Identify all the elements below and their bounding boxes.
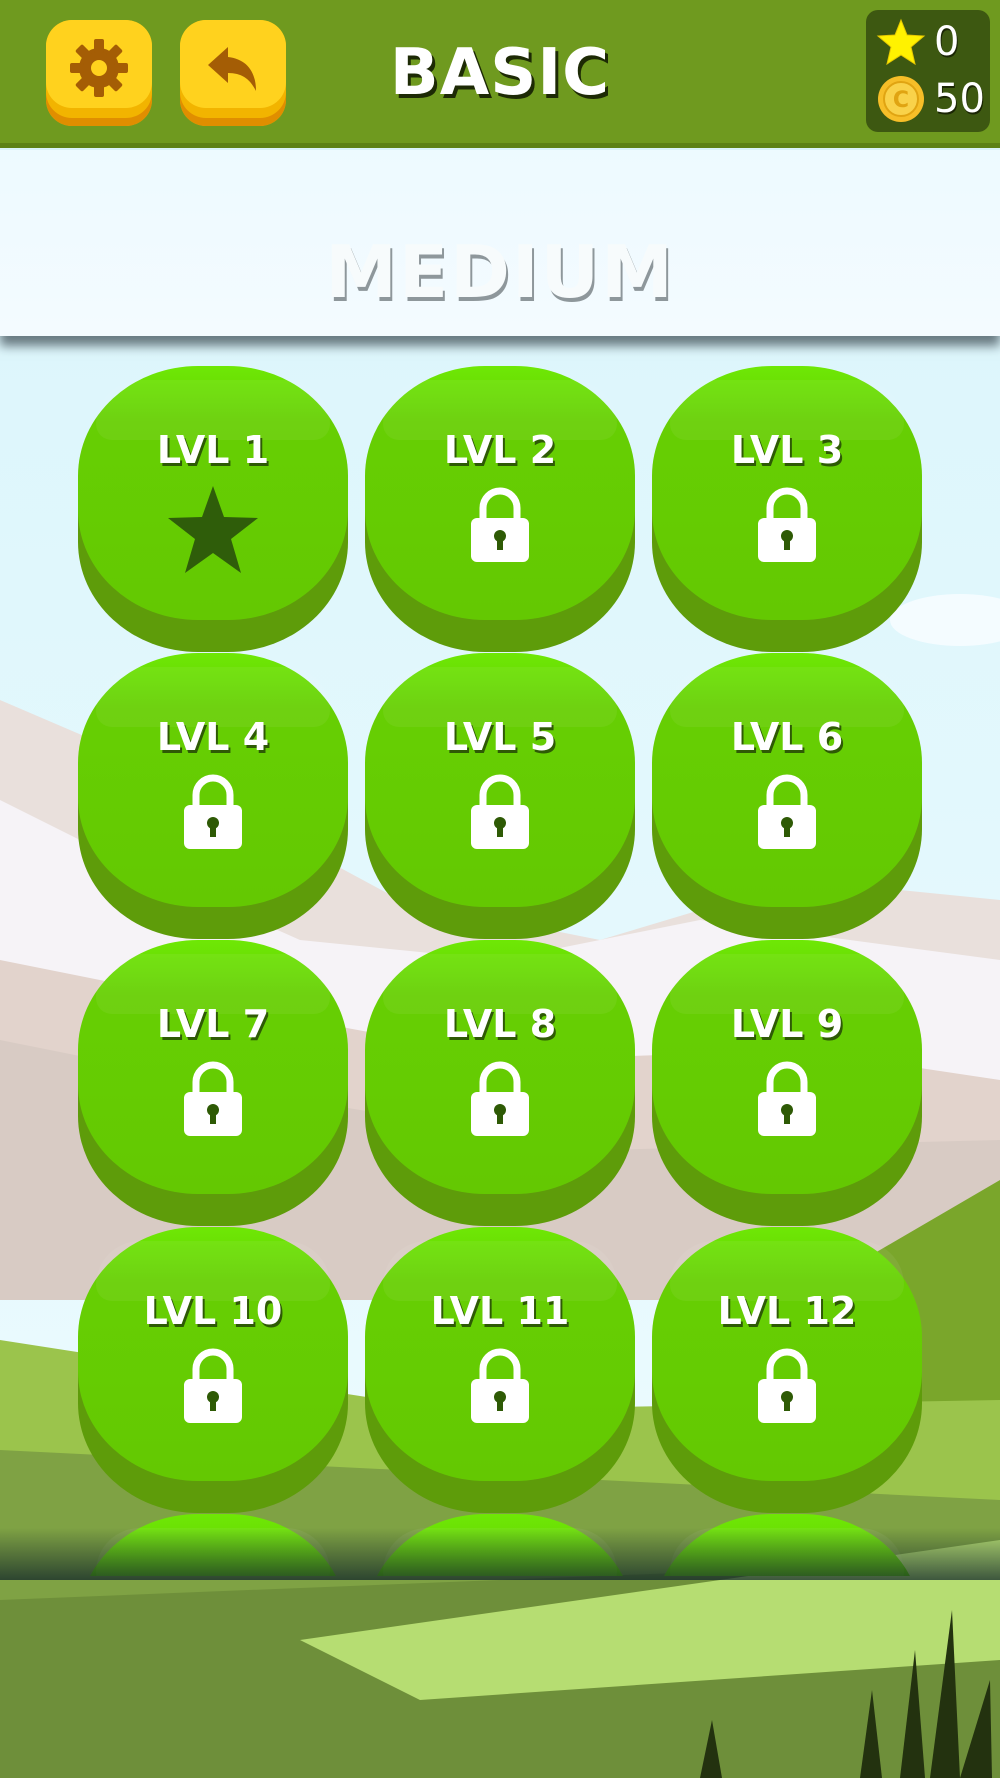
- level-label: LVL 2: [443, 428, 557, 472]
- difficulty-banner: MEDIUM: [0, 150, 1000, 336]
- lock-icon: [365, 1058, 635, 1142]
- back-arrow-icon: [208, 47, 256, 91]
- level-label: LVL 8: [443, 1002, 557, 1046]
- level-button-9[interactable]: LVL 9: [652, 940, 922, 1226]
- lock-icon: [652, 771, 922, 855]
- level-button-8[interactable]: LVL 8: [365, 940, 635, 1226]
- level-label: LVL 9: [730, 1002, 844, 1046]
- difficulty-title: MEDIUM: [325, 230, 675, 314]
- level-button-11[interactable]: LVL 11: [365, 1227, 635, 1513]
- level-label: LVL 10: [143, 1289, 283, 1333]
- page-title: BASIC: [389, 36, 611, 110]
- coins-counter: C 50: [876, 74, 985, 124]
- scroll-fade: [0, 1528, 1000, 1580]
- coin-icon: C: [878, 76, 924, 122]
- level-label: LVL 6: [730, 715, 844, 759]
- lock-icon: [652, 484, 922, 568]
- coins-count: 50: [934, 76, 985, 122]
- star-icon: [78, 484, 348, 580]
- lock-icon: [78, 1058, 348, 1142]
- currency-panel: 0 C 50: [866, 10, 990, 132]
- level-button-12[interactable]: LVL 12: [652, 1227, 922, 1513]
- level-button-10[interactable]: LVL 10: [78, 1227, 348, 1513]
- level-label: LVL 3: [730, 428, 844, 472]
- lock-icon: [365, 1345, 635, 1429]
- level-button-3[interactable]: LVL 3: [652, 366, 922, 652]
- level-button-4[interactable]: LVL 4: [78, 653, 348, 939]
- level-label: LVL 1: [156, 428, 270, 472]
- lock-icon: [78, 1345, 348, 1429]
- stars-count: 0: [934, 19, 960, 65]
- svg-text:C: C: [893, 88, 909, 113]
- level-button-1[interactable]: LVL 1: [78, 366, 348, 652]
- level-label: LVL 7: [156, 1002, 270, 1046]
- level-label: LVL 4: [156, 715, 270, 759]
- level-label: LVL 11: [430, 1289, 570, 1333]
- level-button-2[interactable]: LVL 2: [365, 366, 635, 652]
- level-button-5[interactable]: LVL 5: [365, 653, 635, 939]
- lock-icon: [78, 771, 348, 855]
- level-grid: LVL 1 LVL 2 LVL 3 LVL 4 LVL 5 LVL 6 LVL …: [0, 340, 1000, 1576]
- stars-counter: 0: [876, 18, 959, 66]
- lock-icon: [365, 484, 635, 568]
- lock-icon: [365, 771, 635, 855]
- star-icon: [876, 18, 926, 66]
- lock-icon: [652, 1058, 922, 1142]
- level-label: LVL 12: [717, 1289, 857, 1333]
- gear-icon: [70, 39, 128, 97]
- level-label: LVL 5: [443, 715, 557, 759]
- level-button-7[interactable]: LVL 7: [78, 940, 348, 1226]
- top-bar: BASIC 0 C 50: [0, 0, 1000, 148]
- level-button-6[interactable]: LVL 6: [652, 653, 922, 939]
- lock-icon: [652, 1345, 922, 1429]
